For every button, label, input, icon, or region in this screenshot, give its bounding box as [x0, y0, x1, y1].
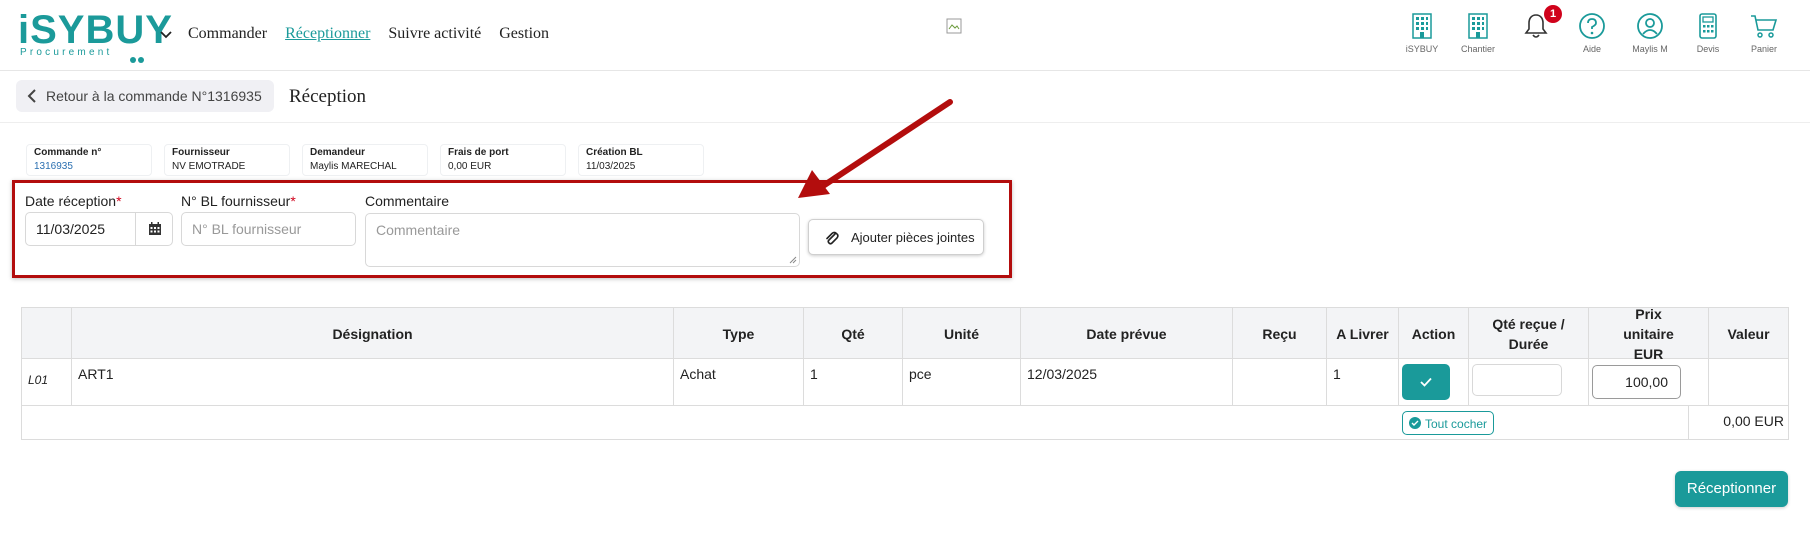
check-icon — [1420, 377, 1432, 387]
logo-subtext: Procurement — [20, 47, 113, 58]
calculator-icon — [1699, 13, 1717, 39]
card-title: Demandeur — [310, 147, 366, 158]
user-label: Maylis M — [1632, 44, 1668, 54]
footer-divider — [1399, 406, 1400, 439]
card-title: Commande n° — [34, 147, 102, 158]
top-bar: iSYBUY Procurement Commander Réceptionne… — [0, 0, 1810, 71]
date-label: Date réception* — [25, 193, 122, 209]
add-attachments-label: Ajouter pièces jointes — [851, 230, 975, 245]
card-title: Création BL — [586, 147, 643, 158]
isybuy-button[interactable]: iSYBUY — [1394, 8, 1450, 54]
resize-handle-icon[interactable] — [789, 256, 797, 264]
qty-cell: 1 — [804, 359, 903, 405]
receptionner-button[interactable]: Réceptionner — [1675, 471, 1788, 507]
date-cell: 12/03/2025 — [1021, 359, 1233, 405]
col-unit-price: Prix unitaire EUR — [1589, 306, 1709, 362]
nav-receptionner[interactable]: Réceptionner — [285, 25, 370, 42]
notifications-button[interactable]: 1 — [1508, 5, 1564, 41]
card-supplier: Fournisseur NV EMOTRADE — [164, 144, 290, 176]
col-to-deliver: A Livrer — [1327, 308, 1399, 359]
devis-button[interactable]: Devis — [1680, 8, 1736, 54]
calendar-button[interactable] — [135, 212, 174, 246]
page-title: Réception — [289, 86, 367, 107]
nav-commander[interactable]: Commander — [188, 25, 267, 42]
card-shipping-cost: Frais de port 0,00 EUR — [440, 144, 566, 176]
help-label: Aide — [1582, 44, 1601, 54]
cart-label: Panier — [1750, 44, 1777, 54]
designation-cell: ART1 — [72, 359, 674, 405]
table-footer-row — [21, 406, 1789, 440]
back-to-order-button[interactable]: Retour à la commande N°1316935 — [16, 80, 274, 112]
comment-textarea[interactable]: Commentaire — [365, 213, 800, 267]
cart-button[interactable]: Panier — [1736, 8, 1792, 54]
col-unit: Unité — [903, 308, 1021, 359]
col-designation: Désignation — [72, 308, 674, 359]
card-value: Maylis MARECHAL — [310, 161, 397, 172]
isybuy-label: iSYBUY — [1405, 44, 1439, 54]
bl-fournisseur-input[interactable]: N° BL fournisseur — [181, 212, 356, 246]
broken-image-icon — [946, 18, 962, 34]
building-icon — [1412, 13, 1432, 39]
help-button[interactable]: Aide — [1564, 8, 1620, 54]
unit-price-input[interactable]: 100,00 — [1592, 365, 1681, 399]
chantier-label: Chantier — [1460, 44, 1496, 54]
isybuy-logo[interactable]: iSYBUY Procurement — [18, 8, 173, 63]
select-all-button[interactable]: Tout cocher — [1402, 411, 1494, 435]
col-line — [22, 308, 72, 359]
type-cell: Achat — [674, 359, 804, 405]
value-cell — [1709, 359, 1788, 405]
table-header: Désignation Type Qté Unité Date prévue R… — [21, 306, 1789, 362]
card-requester: Demandeur Maylis MARECHAL — [302, 144, 428, 176]
col-type: Type — [674, 308, 804, 359]
back-button-label: Retour à la commande N°1316935 — [46, 88, 262, 104]
to-deliver-cell: 1 — [1327, 359, 1399, 405]
chevron-down-icon[interactable] — [159, 28, 173, 42]
col-action: Action — [1399, 308, 1469, 359]
comment-label: Commentaire — [365, 193, 450, 209]
card-title: Fournisseur — [172, 147, 230, 158]
calendar-icon — [149, 222, 161, 235]
chevron-left-icon — [27, 89, 36, 103]
building-icon — [1468, 13, 1488, 39]
notification-badge: 1 — [1544, 5, 1562, 23]
cart-icon — [1751, 15, 1778, 38]
check-circle-icon — [1409, 417, 1421, 429]
select-all-label: Tout cocher — [1425, 417, 1488, 431]
footer-divider — [1688, 406, 1689, 439]
user-icon — [1637, 13, 1663, 39]
help-icon — [1579, 13, 1605, 39]
devis-label: Devis — [1696, 44, 1720, 54]
col-date: Date prévue — [1021, 308, 1233, 359]
card-value: 0,00 EUR — [448, 161, 492, 172]
main-nav: Commander Réceptionner Suivre activité G… — [188, 25, 563, 43]
paperclip-icon — [826, 231, 839, 245]
card-value: 11/03/2025 — [586, 161, 636, 172]
total-value: 0,00 EUR — [1723, 413, 1784, 429]
chantier-button[interactable]: Chantier — [1450, 8, 1506, 54]
user-button[interactable]: Maylis M — [1622, 8, 1678, 54]
logo-text: iSYBUY — [18, 8, 173, 52]
add-attachments-button[interactable]: Ajouter pièces jointes — [808, 219, 984, 255]
card-value: NV EMOTRADE — [172, 161, 246, 172]
unit-cell: pce — [903, 359, 1021, 405]
line-number: L01 — [22, 359, 72, 405]
col-qty-received: Qté reçue / Durée — [1469, 308, 1589, 359]
nav-suivre-activite[interactable]: Suivre activité — [388, 25, 481, 42]
card-order-number: Commande n° 1316935 — [26, 144, 152, 176]
order-number-link[interactable]: 1316935 — [34, 161, 151, 172]
col-received: Reçu — [1233, 308, 1327, 359]
received-cell — [1233, 359, 1327, 405]
nav-gestion[interactable]: Gestion — [499, 25, 549, 42]
col-value: Valeur — [1727, 325, 1770, 342]
col-qty: Qté — [804, 308, 903, 359]
qty-received-input[interactable] — [1472, 364, 1562, 396]
bl-label: N° BL fournisseur* — [181, 193, 296, 209]
logo-dots — [130, 50, 146, 68]
check-row-button[interactable] — [1402, 364, 1450, 400]
card-title: Frais de port — [448, 147, 509, 158]
card-bl-creation: Création BL 11/03/2025 — [578, 144, 704, 176]
